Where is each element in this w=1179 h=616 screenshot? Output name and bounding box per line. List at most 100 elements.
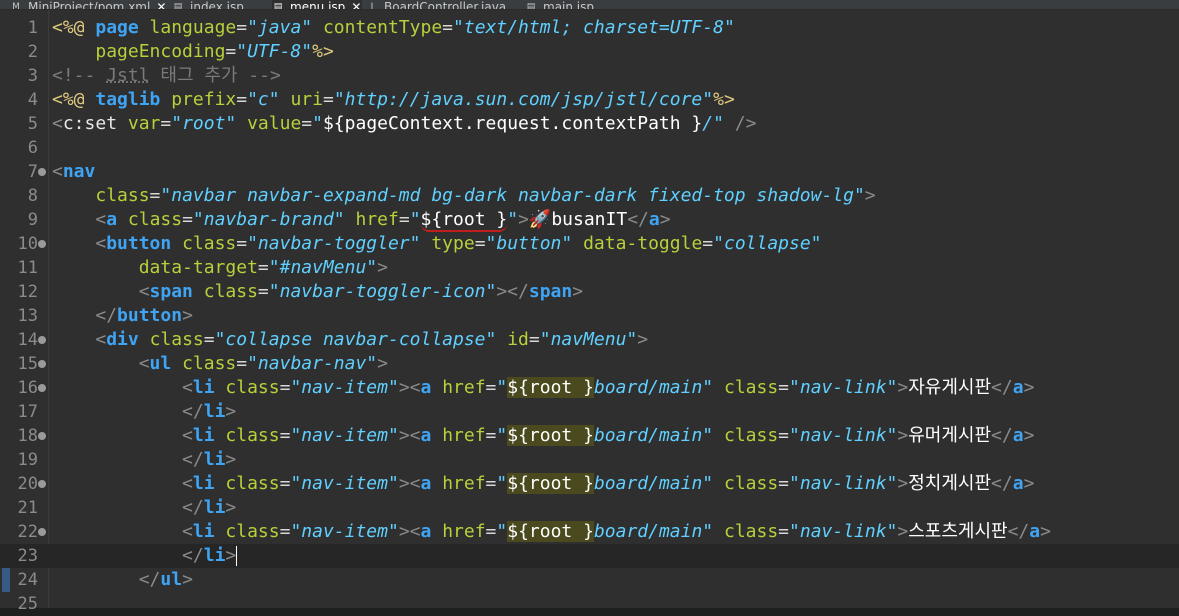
tab-boardcontroller-java[interactable]: J BoardController.java [366,0,518,9]
code-line[interactable]: 1 <%@ page language="java" contentType="t… [0,16,1179,40]
code-line[interactable]: 19 </li> [0,448,1179,472]
code-token: </ [1007,521,1030,542]
code-line[interactable]: 14 <div class="collapse navbar-collapse"… [0,328,1179,352]
code-line[interactable]: 5 <c:set var="root" value="${pageContext.… [0,112,1179,136]
code-line[interactable]: 17 </li> [0,400,1179,424]
fold-toggle-icon[interactable] [38,168,46,176]
fold-toggle-icon[interactable] [38,240,46,248]
tab-miniproject-pom-xml[interactable]: M MiniProject/pom.xml ✕ [10,0,168,9]
code-token: taglib [95,89,172,110]
code-line[interactable]: 12 <span class="navbar-toggler-icon"></s… [0,280,1179,304]
tab-main-jsp[interactable]: ▤ main.jsp [525,0,605,9]
code-token: uri [290,89,323,110]
tab-menu-jsp[interactable]: ▤ menu.jsp ✕ [272,0,362,9]
code-token: class [127,209,183,230]
code-token: = [442,17,454,38]
code-editor[interactable]: 1 <%@ page language="java" contentType="t… [0,10,1179,614]
code-line[interactable]: 16 <li class="nav-item"><a href="${root … [0,376,1179,400]
code-text: <c:set var="root" value="${pageContext.r… [52,112,756,136]
code-token: < [182,473,193,494]
line-number: 10 [17,234,38,254]
code-token: a [106,209,128,230]
code-token: > [1023,473,1035,494]
code-line[interactable]: 24 </ul> [0,568,1179,592]
fold-toggle-icon[interactable] [38,528,46,536]
code-line[interactable]: 2 pageEncoding="UTF-8"%> [0,40,1179,64]
code-text: class="navbar navbar-expand-md bg-dark n… [52,184,875,208]
eclipse-window: M MiniProject/pom.xml ✕ ▤ index.jsp ▤ menu.jsp… [0,0,1179,614]
fold-toggle-icon[interactable] [38,360,46,368]
code-line[interactable]: 22 <li class="nav-item"><a href="${root … [0,520,1179,544]
code-text: <button class="navbar-toggler" type="but… [52,232,822,256]
code-token: href [442,425,486,446]
close-icon[interactable]: ✕ [351,1,361,9]
fold-toggle-icon[interactable] [38,384,46,392]
fold-toggle-icon[interactable] [38,480,46,488]
code-line[interactable]: 6 [0,136,1179,160]
code-token: class [182,353,237,374]
code-text: <!-- Jstl 태그 추가 --> [52,64,281,88]
code-token: >< [398,425,421,446]
code-token: = [778,473,790,494]
code-token: </ [991,425,1013,446]
code-text: data-target="#navMenu"> [52,256,388,280]
code-token: li [192,425,226,446]
fold-toggle-icon[interactable] [38,336,46,344]
code-token: = [257,257,269,278]
code-token: class [149,329,204,350]
line-number: 25 [17,594,38,614]
code-token: /" [702,113,735,134]
code-line[interactable]: 11 data-target="#navMenu"> [0,256,1179,280]
code-text: <%@ page language="java" contentType="te… [52,16,735,40]
code-line[interactable]: 9 <a class="navbar-brand" href="${root }… [0,208,1179,232]
code-text: </ul> [52,568,193,592]
code-line[interactable]: 23 </li> [0,544,1179,568]
code-token: span [149,281,204,302]
close-icon[interactable]: ✕ [156,1,166,9]
code-line[interactable]: 13 </button> [0,304,1179,328]
code-token: li [203,497,226,518]
line-number: 22 [17,522,38,542]
code-token: < [138,353,150,374]
code-line[interactable]: 20 <li class="nav-item"><a href="${root … [0,472,1179,496]
code-token: = [279,473,291,494]
code-token: < [95,233,107,254]
code-token: "nav-link" [789,473,898,494]
tab-label: index.jsp [190,0,244,10]
code-text: <li class="nav-item"><a href="${root }bo… [52,520,1051,544]
code-token: = [225,41,237,62]
code-token: a [648,209,660,230]
code-text: </li> [52,448,236,472]
code-token: <!-- [52,65,107,86]
tab-index-jsp[interactable]: ▤ index.jsp [172,0,268,9]
code-line[interactable]: 3 <!-- Jstl 태그 추가 --> [0,64,1179,88]
code-text: <ul class="navbar-nav"> [52,352,388,376]
code-line[interactable]: 4 <%@ taglib prefix="c" uri="http://java.… [0,88,1179,112]
code-line[interactable]: 10 <button class="navbar-toggler" type="… [0,232,1179,256]
code-line[interactable]: 25 [0,592,1179,616]
code-token: prefix [171,89,237,110]
code-line[interactable]: 18 <li class="nav-item"><a href="${root … [0,424,1179,448]
code-line[interactable]: 15 <ul class="navbar-nav"> [0,352,1179,376]
fold-toggle-icon[interactable] [38,432,46,440]
code-token: 스포츠게시판 [908,521,1008,542]
red-underline-mark: ${root } [420,209,508,232]
code-token: = [485,425,497,446]
code-token: "collapse" [713,233,822,254]
code-token: = [203,329,215,350]
code-line[interactable]: 7 <nav [0,160,1179,184]
code-line[interactable]: 8 class="navbar navbar-expand-md bg-dark… [0,184,1179,208]
code-token: " [496,521,508,542]
xml-file-icon: M [12,2,20,10]
occurrence-highlight: ${root } [507,425,594,446]
code-line[interactable]: 21 </li> [0,496,1179,520]
code-token: "root" [171,113,248,134]
code-token: button [106,233,183,254]
code-token: class [723,521,779,542]
code-token: = [485,377,497,398]
code-token: > [518,209,529,230]
code-token: nav [62,161,96,182]
code-token: class [203,281,258,302]
